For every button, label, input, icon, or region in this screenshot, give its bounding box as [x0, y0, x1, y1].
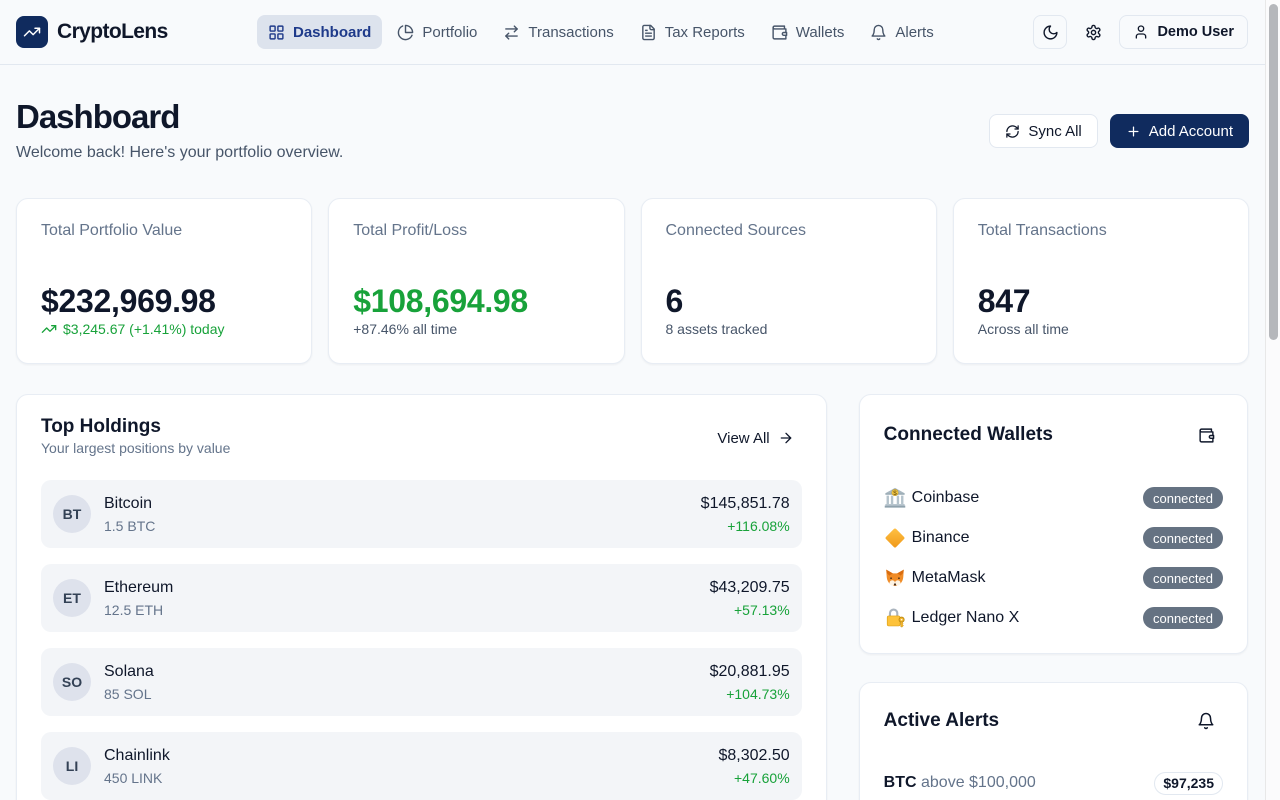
svg-text:$: $ — [893, 490, 897, 497]
